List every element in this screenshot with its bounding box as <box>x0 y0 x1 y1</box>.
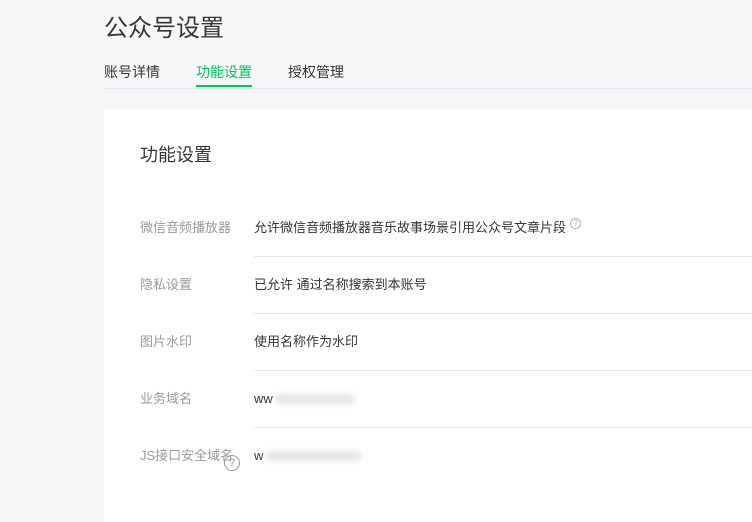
setting-label-js-safe-domain: JS接口安全域名 ? <box>140 446 240 471</box>
card-title: 功能设置 <box>140 145 212 165</box>
tab-bar: 账号详情 功能设置 授权管理 <box>104 60 752 89</box>
tab-feature-settings[interactable]: 功能设置 <box>196 60 252 87</box>
setting-row-business-domain: 业务域名 ww <box>140 389 752 428</box>
redacted-domain-blur <box>265 451 362 461</box>
question-circle-icon[interactable]: ? <box>224 455 240 471</box>
redacted-domain-blur <box>274 394 355 404</box>
setting-label-privacy: 隐私设置 <box>140 277 193 292</box>
audio-player-value-text: 允许微信音频播放器音乐故事场景引用公众号文章片段 <box>254 220 567 235</box>
page-title: 公众号设置 <box>104 15 224 42</box>
setting-value-js-safe-domain: w <box>254 446 752 486</box>
setting-value-privacy: 已允许 通过名称搜索到本账号 <box>254 275 752 314</box>
setting-value-watermark: 使用名称作为水印 <box>254 332 752 371</box>
js-safe-domain-label-text: JS接口安全域名 <box>140 448 234 463</box>
tab-account-details[interactable]: 账号详情 <box>104 60 160 87</box>
setting-label-audio-player: 微信音频播放器 <box>140 220 232 235</box>
js-safe-domain-value-text: w <box>254 448 264 463</box>
setting-label-business-domain: 业务域名 <box>140 391 193 406</box>
settings-card: 功能设置 微信音频播放器 允许微信音频播放器音乐故事场景引用公众号文章片段 ? … <box>104 110 752 522</box>
setting-value-audio-player: 允许微信音频播放器音乐故事场景引用公众号文章片段 ? <box>254 218 752 257</box>
tab-authorization-management[interactable]: 授权管理 <box>288 60 344 87</box>
setting-row-audio-player: 微信音频播放器 允许微信音频播放器音乐故事场景引用公众号文章片段 ? <box>140 218 752 257</box>
setting-row-privacy: 隐私设置 已允许 通过名称搜索到本账号 <box>140 275 752 314</box>
setting-value-business-domain: ww <box>254 389 752 428</box>
question-circle-icon[interactable]: ? <box>570 218 582 229</box>
setting-row-js-safe-domain: JS接口安全域名 ? w <box>140 446 752 486</box>
setting-row-watermark: 图片水印 使用名称作为水印 <box>140 332 752 371</box>
setting-label-watermark: 图片水印 <box>140 334 193 349</box>
business-domain-value-text: ww <box>254 391 273 406</box>
